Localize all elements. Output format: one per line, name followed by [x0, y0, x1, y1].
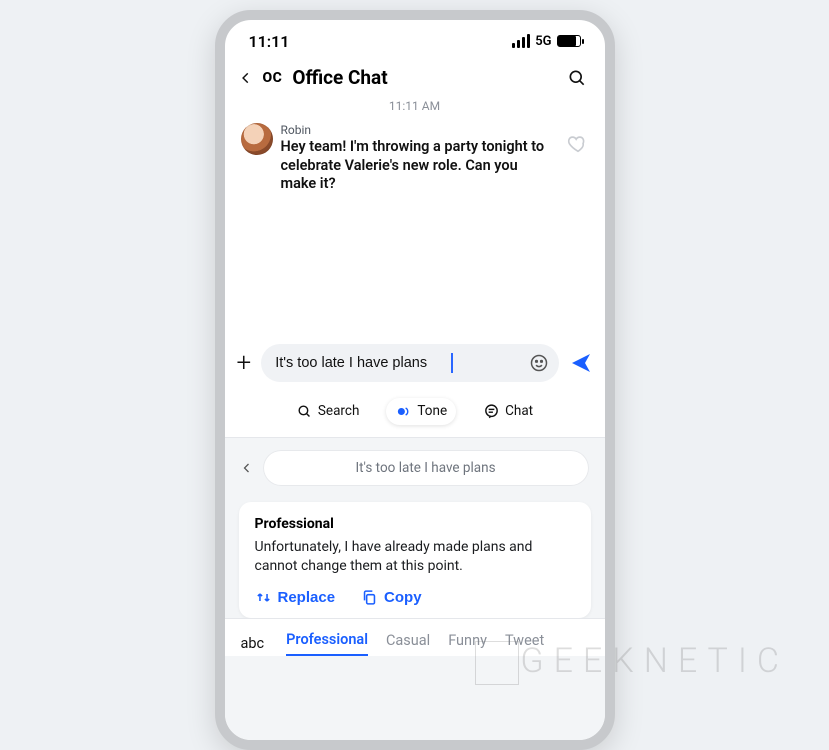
copy-button[interactable]: Copy	[361, 589, 422, 606]
message-row: Robin Hey team! I'm throwing a party ton…	[225, 113, 605, 198]
tone-tab-professional[interactable]: Professional	[286, 631, 368, 656]
search-small-icon	[296, 403, 313, 420]
tone-tab-funny[interactable]: Funny	[448, 632, 487, 655]
tone-suggestion-card: Professional Unfortunately, I have alrea…	[239, 502, 591, 619]
thread-spacer	[225, 198, 605, 338]
tone-tab-tweet[interactable]: Tweet	[505, 632, 544, 655]
sender-name: Robin	[281, 123, 559, 137]
message-text: Hey team! I'm throwing a party tonight t…	[281, 138, 559, 194]
tone-echo-row: It's too late I have plans	[225, 438, 605, 498]
copy-label: Copy	[384, 589, 422, 606]
replace-icon	[255, 589, 272, 606]
keyboard-abc-toggle[interactable]: abc	[241, 635, 265, 652]
toolbar-search[interactable]: Search	[287, 398, 368, 425]
replace-button[interactable]: Replace	[255, 589, 336, 606]
network-type: 5G	[535, 34, 551, 49]
composer-input[interactable]	[261, 344, 558, 382]
text-caret	[451, 353, 453, 373]
chevron-left-icon[interactable]	[241, 462, 253, 474]
heart-icon[interactable]	[567, 133, 589, 155]
toolbar-chat[interactable]: Chat	[474, 398, 542, 425]
chat-header: OC Office Chat	[225, 56, 605, 95]
search-icon[interactable]	[567, 68, 587, 88]
tone-card-actions: Replace Copy	[255, 589, 575, 606]
tone-card-title: Professional	[255, 516, 575, 532]
copy-icon	[361, 589, 378, 606]
phone-frame: 11:11 5G OC Office Chat 11:11 AM Robin H…	[215, 10, 615, 750]
device-status-bar: 11:11 5G	[225, 20, 605, 56]
sender-avatar[interactable]	[241, 123, 273, 155]
composer-row: +	[225, 338, 605, 388]
thread-timestamp: 11:11 AM	[225, 99, 605, 113]
keyboard-toolbar: Search Tone Chat	[225, 388, 605, 437]
composer-input-wrap[interactable]	[261, 344, 558, 382]
clock: 11:11	[249, 32, 290, 51]
chat-avatar-initials: OC	[263, 70, 283, 86]
tone-tabs: abc Professional Casual Funny Tweet	[225, 618, 605, 656]
tone-echo-input[interactable]: It's too late I have plans	[263, 450, 589, 486]
tone-icon	[395, 403, 412, 420]
send-icon[interactable]	[569, 351, 593, 375]
tone-tab-casual[interactable]: Casual	[386, 632, 430, 655]
emoji-icon[interactable]	[529, 353, 549, 373]
tone-card-body: Unfortunately, I have already made plans…	[255, 538, 575, 576]
battery-icon	[557, 35, 581, 47]
toolbar-tone[interactable]: Tone	[386, 398, 456, 425]
back-icon[interactable]	[239, 71, 253, 85]
chat-title: Office Chat	[292, 66, 556, 89]
toolbar-search-label: Search	[318, 403, 359, 419]
chat-icon	[483, 403, 500, 420]
signal-bars-icon	[512, 34, 530, 48]
replace-label: Replace	[278, 589, 336, 606]
tone-echo-text: It's too late I have plans	[355, 460, 495, 476]
add-attachment-icon[interactable]: +	[237, 350, 252, 376]
toolbar-tone-label: Tone	[417, 403, 447, 419]
tone-panel: It's too late I have plans Professional …	[225, 437, 605, 740]
toolbar-chat-label: Chat	[505, 403, 533, 419]
status-indicators: 5G	[512, 34, 580, 49]
